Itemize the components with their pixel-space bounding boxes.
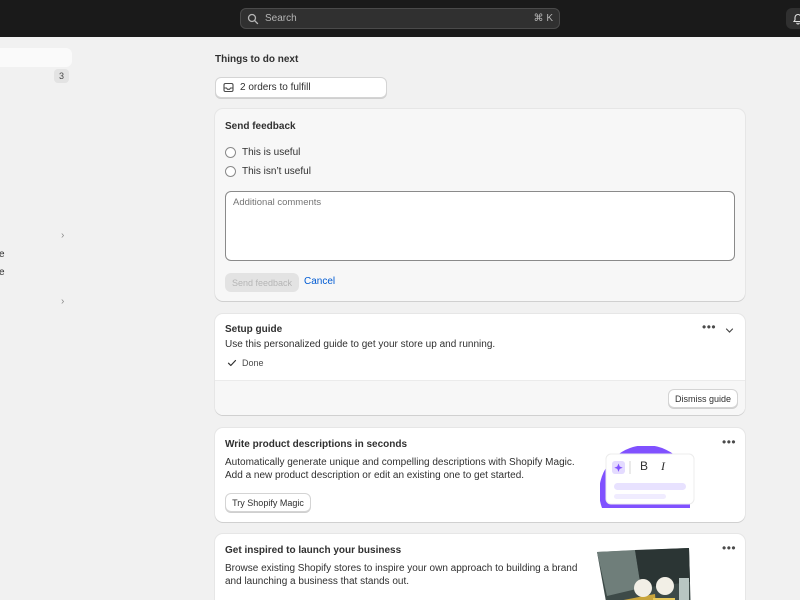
magic-card-line-2: Add a new product description or edit an… [225, 470, 525, 481]
magic-illustration: B I [600, 446, 700, 508]
dismiss-guide-button[interactable]: Dismiss guide [668, 389, 738, 408]
option-useful-label: This is useful [242, 147, 301, 158]
more-actions-icon[interactable]: ••• [722, 541, 736, 555]
chevron-right-icon[interactable]: › [61, 230, 64, 241]
chevron-down-icon[interactable] [725, 326, 734, 335]
more-actions-icon[interactable]: ••• [702, 320, 716, 334]
try-shopify-magic-button[interactable]: Try Shopify Magic [225, 493, 311, 512]
setup-guide-card: Setup guide ••• Use this personalized gu… [215, 314, 745, 415]
inspiration-card-title: Get inspired to launch your business [225, 545, 402, 556]
cancel-link[interactable]: Cancel [304, 276, 335, 287]
orders-to-fulfill-button[interactable]: 2 orders to fulfill [215, 77, 387, 98]
done-label: Done [242, 358, 264, 368]
notifications-button[interactable] [786, 8, 800, 29]
sidebar-item-active[interactable] [0, 48, 72, 67]
send-feedback-button[interactable]: Send feedback [225, 273, 299, 292]
search-icon [247, 13, 259, 24]
sidebar-badge: 3 [54, 69, 69, 83]
bell-icon [792, 13, 800, 24]
inbox-icon [223, 82, 234, 93]
bold-format-icon: B [640, 459, 649, 473]
inspiration-card-line-2: and launching a business that stands out… [225, 576, 410, 587]
storefront-illustration [597, 548, 691, 600]
italic-format-icon: I [661, 459, 665, 473]
done-toggle[interactable]: Done [227, 358, 264, 368]
search-bar[interactable]: Search ⌘ K [240, 8, 560, 29]
more-actions-icon[interactable]: ••• [722, 435, 736, 449]
sidebar-item-fragment[interactable]: e [0, 249, 5, 260]
search-placeholder: Search [265, 13, 297, 24]
option-not-useful[interactable]: This isn’t useful [225, 166, 311, 177]
shopify-magic-card: Write product descriptions in seconds ••… [215, 428, 745, 522]
option-not-useful-label: This isn’t useful [242, 166, 311, 177]
feedback-title: Send feedback [225, 121, 296, 132]
orders-to-fulfill-label: 2 orders to fulfill [240, 82, 311, 93]
setup-guide-footer: Dismiss guide [215, 380, 745, 415]
radio-useful[interactable] [225, 147, 236, 158]
checkmark-icon [227, 359, 237, 367]
search-shortcut: ⌘ K [533, 13, 553, 24]
comments-textarea[interactable] [225, 191, 735, 261]
magic-card-title: Write product descriptions in seconds [225, 439, 408, 450]
setup-guide-title: Setup guide [225, 324, 283, 335]
option-useful[interactable]: This is useful [225, 147, 300, 158]
page-section-heading: Things to do next [215, 54, 299, 65]
sidebar-item-fragment[interactable]: e [0, 267, 5, 278]
radio-not-useful[interactable] [225, 166, 236, 177]
chevron-right-icon[interactable]: › [61, 296, 64, 307]
top-bar: Search ⌘ K [0, 0, 800, 37]
inspiration-card: Get inspired to launch your business •••… [215, 534, 745, 600]
feedback-card: Send feedback This is useful This isn’t … [215, 109, 745, 301]
setup-guide-description: Use this personalized guide to get your … [225, 339, 496, 350]
